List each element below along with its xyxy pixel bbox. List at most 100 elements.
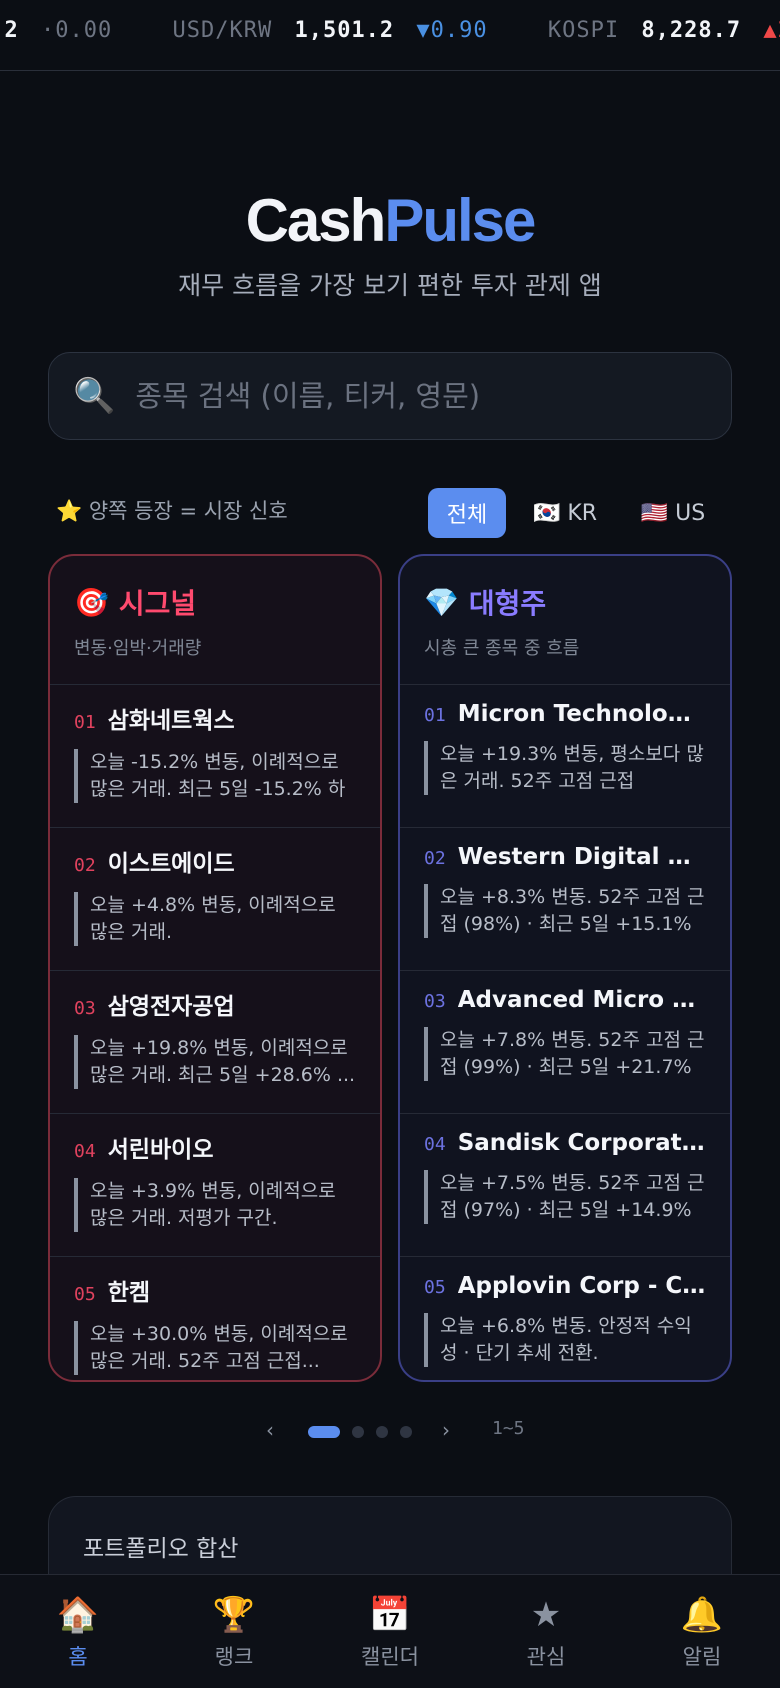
calendar-icon: 📅 [368, 1595, 412, 1635]
large-cap-title-text: 대형주 [468, 587, 547, 620]
rank-number: 05 [424, 1277, 446, 1298]
carousel-pager: ‹ › 1~5 [0, 1418, 780, 1448]
stock-name: 한켐 [107, 1280, 151, 1306]
list-item[interactable]: 04 서린바이오 오늘 +3.9% 변동, 이례적으로 많은 거래. 저평가 구간… [50, 1113, 380, 1256]
logo-part-cash: Cash [245, 187, 387, 254]
nav-alerts[interactable]: 🔔 알림 [624, 1575, 780, 1688]
nav-label: 알림 [682, 1645, 722, 1669]
home-icon: 🏠 [56, 1595, 100, 1635]
signal-card-header: 🎯 시그널 변동·임박·거래량 [50, 556, 380, 684]
rank-number: 01 [74, 712, 96, 733]
stock-name: 삼영전자공업 [107, 994, 235, 1020]
stock-name: Sandisk Corporation [457, 1130, 706, 1156]
stock-name: 이스트에이드 [107, 851, 235, 877]
rank-number: 03 [424, 991, 446, 1012]
nav-label: 관심 [526, 1645, 566, 1669]
nav-home[interactable]: 🏠 홈 [0, 1575, 156, 1688]
search-input[interactable] [135, 379, 696, 413]
nav-label: 홈 [68, 1645, 88, 1669]
ticker-value: 6.2 [0, 18, 19, 43]
signal-card-title: 🎯 시그널 [74, 582, 356, 622]
stock-description: 오늘 +6.8% 변동. 안정적 수익성 · 단기 추세 전환. [424, 1313, 706, 1367]
market-ticker: 6.2 ·0.00 USD/KRW 1,501.2 ▼0.90 KOSPI 8,… [0, 0, 780, 71]
ticker-change: ▲2.25 [763, 18, 780, 43]
rank-number: 01 [424, 705, 446, 726]
filter-kr[interactable]: 🇰🇷 KR [524, 488, 606, 538]
market-signal-hint: ⭐ 양쪽 등장 = 시장 신호 [56, 499, 288, 523]
list-item[interactable]: 05 Applovin Corp - Cla... 오늘 +6.8% 변동. 안정… [400, 1256, 730, 1380]
ticker-item[interactable]: 6.2 ·0.00 [0, 18, 112, 43]
filter-all[interactable]: 전체 [428, 488, 506, 538]
filter-us[interactable]: 🇺🇸 US [630, 488, 716, 538]
rank-number: 02 [74, 855, 96, 876]
page-dot-4[interactable] [400, 1426, 412, 1438]
portfolio-title: 포트폴리오 합산 [83, 1536, 239, 1562]
page-range-label: 1~5 [492, 1418, 525, 1439]
list-item[interactable]: 01 Micron Technology, ... 오늘 +19.3% 변동, 평… [400, 684, 730, 827]
stock-description: 오늘 +8.3% 변동. 52주 고점 근접 (98%) · 최근 5일 +15… [424, 884, 706, 938]
large-cap-card: 💎 대형주 시총 큰 종목 중 흐름 01 Micron Technology, … [398, 554, 732, 1382]
stock-description: 오늘 +3.9% 변동, 이례적으로 많은 거래. 저평가 구간. [74, 1178, 356, 1232]
page-dot-3[interactable] [376, 1426, 388, 1438]
logo-part-pulse: Pulse [384, 187, 536, 254]
signal-title-text: 시그널 [118, 587, 197, 620]
search-icon: 🔍 [73, 376, 116, 416]
ticker-change: ·0.00 [41, 18, 113, 43]
large-cap-card-header: 💎 대형주 시총 큰 종목 중 흐름 [400, 556, 730, 684]
list-item[interactable]: 01 삼화네트웍스 오늘 -15.2% 변동, 이례적으로 많은 거래. 최근 5… [50, 684, 380, 827]
stock-description: 오늘 +7.5% 변동. 52주 고점 근접 (97%) · 최근 5일 +14… [424, 1170, 706, 1224]
stock-name: Micron Technology, ... [457, 701, 706, 727]
nav-rank[interactable]: 🏆 랭크 [156, 1575, 312, 1688]
stock-description: 오늘 +4.8% 변동, 이례적으로 많은 거래. [74, 892, 356, 946]
stock-description: 오늘 +19.3% 변동, 평소보다 많은 거래. 52주 고점 근접 (98%… [424, 741, 706, 795]
signal-card: 🎯 시그널 변동·임박·거래량 01 삼화네트웍스 오늘 -15.2% 변동, 이… [48, 554, 382, 1382]
app-logo: CashPulse [0, 186, 780, 255]
rank-number: 04 [74, 1141, 96, 1162]
stock-name: Western Digital Cor... [457, 844, 706, 870]
ticker-name: USD/KRW [172, 18, 273, 43]
ticker-track: 6.2 ·0.00 USD/KRW 1,501.2 ▼0.90 KOSPI 8,… [0, 18, 780, 43]
list-item[interactable]: 03 Advanced Micro De... 오늘 +7.8% 변동. 52주 … [400, 970, 730, 1113]
stock-description: 오늘 +7.8% 변동. 52주 고점 근접 (99%) · 최근 5일 +21… [424, 1027, 706, 1081]
nav-calendar[interactable]: 📅 캘린더 [312, 1575, 468, 1688]
stock-name: 서린바이오 [107, 1137, 214, 1163]
stock-name: Advanced Micro De... [457, 987, 706, 1013]
stock-description: 오늘 +30.0% 변동, 이례적으로 많은 거래. 52주 고점 근접... [74, 1321, 356, 1375]
page-dot-2[interactable] [352, 1426, 364, 1438]
prev-page-button[interactable]: ‹ [266, 1418, 274, 1442]
nav-watchlist[interactable]: ★ 관심 [468, 1575, 624, 1688]
stock-name: 삼화네트웍스 [107, 708, 235, 734]
gem-icon: 💎 [424, 585, 459, 619]
rank-number: 03 [74, 998, 96, 1019]
list-item[interactable]: 05 한켐 오늘 +30.0% 변동, 이례적으로 많은 거래. 52주 고점 근… [50, 1256, 380, 1380]
stock-description: 오늘 +19.8% 변동, 이례적으로 많은 거래. 최근 5일 +28.6% … [74, 1035, 356, 1089]
list-item[interactable]: 02 이스트에이드 오늘 +4.8% 변동, 이례적으로 많은 거래. [50, 827, 380, 970]
tagline: 재무 흐름을 가장 보기 편한 투자 관제 앱 [178, 271, 602, 300]
ticker-item-kospi[interactable]: KOSPI 8,228.7 ▲2.25 [548, 18, 780, 43]
ticker-value: 8,228.7 [641, 18, 742, 43]
ticker-name: KOSPI [547, 18, 620, 43]
large-cap-card-subtitle: 시총 큰 종목 중 흐름 [424, 638, 580, 659]
nav-label: 랭크 [214, 1645, 254, 1669]
rank-number: 04 [424, 1134, 446, 1155]
trophy-icon: 🏆 [212, 1595, 256, 1635]
ticker-value: 1,501.2 [294, 18, 395, 43]
rank-number: 05 [74, 1284, 96, 1305]
list-item[interactable]: 03 삼영전자공업 오늘 +19.8% 변동, 이례적으로 많은 거래. 최근 5… [50, 970, 380, 1113]
signal-card-subtitle: 변동·임박·거래량 [74, 638, 202, 659]
list-item[interactable]: 04 Sandisk Corporation 오늘 +7.5% 변동. 52주 고… [400, 1113, 730, 1256]
bell-icon: 🔔 [680, 1595, 724, 1635]
stock-name: Applovin Corp - Cla... [457, 1273, 706, 1299]
target-icon: 🎯 [74, 585, 109, 619]
stock-description: 오늘 -15.2% 변동, 이례적으로 많은 거래. 최근 5일 -15.2% … [74, 749, 356, 803]
list-item[interactable]: 02 Western Digital Cor... 오늘 +8.3% 변동. 52… [400, 827, 730, 970]
page-dot-1[interactable] [308, 1426, 340, 1438]
ticker-item-usdkrw[interactable]: USD/KRW 1,501.2 ▼0.90 [172, 18, 487, 43]
ticker-change: ▼0.90 [416, 18, 488, 43]
rank-number: 02 [424, 848, 446, 869]
search-bar[interactable]: 🔍 [48, 352, 732, 440]
large-cap-card-title: 💎 대형주 [424, 582, 706, 622]
next-page-button[interactable]: › [442, 1418, 450, 1442]
nav-label: 캘린더 [361, 1645, 419, 1669]
bottom-nav: 🏠 홈 🏆 랭크 📅 캘린더 ★ 관심 🔔 알림 [0, 1574, 780, 1688]
